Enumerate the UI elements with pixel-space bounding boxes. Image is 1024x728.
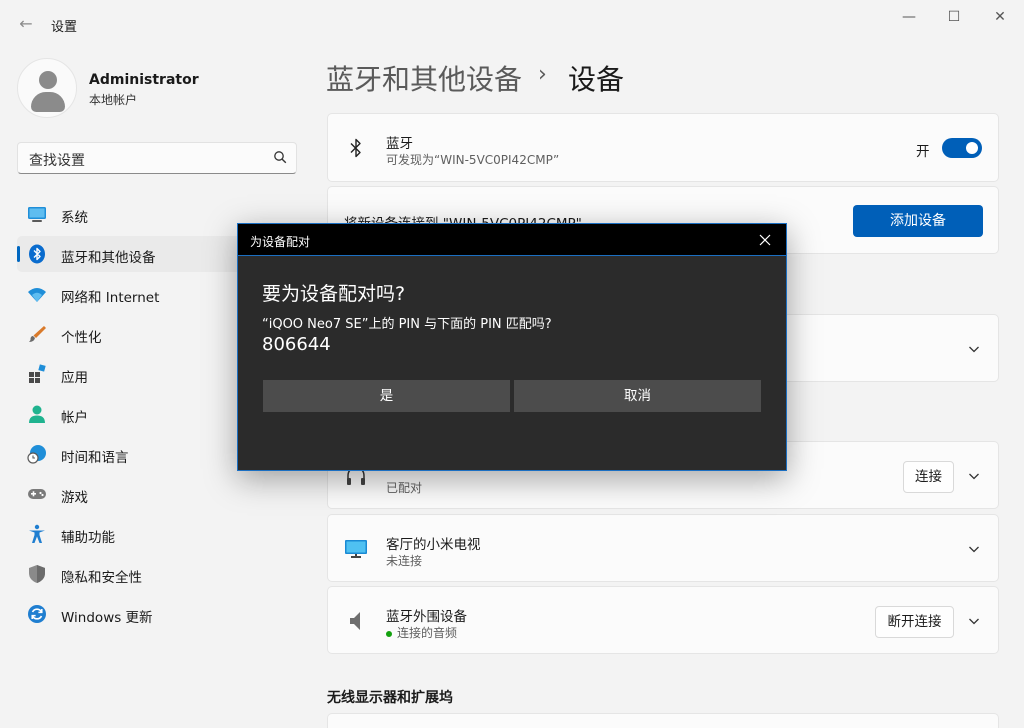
- search-placeholder: 查找设置: [29, 153, 85, 169]
- sidebar-item-label: 网络和 Internet: [61, 290, 160, 306]
- connected-status-dot: [386, 630, 392, 637]
- close-button[interactable]: ✕: [977, 6, 1023, 28]
- accessibility-icon: [29, 524, 45, 543]
- sidebar-item-label: 应用: [61, 370, 88, 386]
- device-card-speaker[interactable]: 蓝牙外围设备 连接的音频 断开连接: [327, 586, 999, 654]
- wireless-displays-card: [327, 713, 999, 728]
- active-indicator: [17, 246, 20, 262]
- chevron-down-icon[interactable]: [968, 343, 980, 355]
- toggle-knob: [966, 142, 978, 154]
- sidebar-item-label: 时间和语言: [61, 450, 129, 466]
- shield-icon: [29, 565, 45, 583]
- chevron-down-icon[interactable]: [968, 470, 980, 482]
- wireless-displays-section-title: 无线显示器和扩展坞: [327, 690, 453, 706]
- device-card-tv[interactable]: 客厅的小米电视 未连接: [327, 514, 999, 582]
- system-icon: [28, 207, 46, 222]
- back-button[interactable]: ←: [14, 12, 38, 36]
- sidebar-item-accessibility[interactable]: 辅助功能: [17, 516, 307, 552]
- user-name: Administrator: [89, 72, 199, 88]
- monitor-icon: [345, 540, 367, 558]
- sidebar-item-label: 隐私和安全性: [61, 570, 142, 586]
- page-title: 设备: [568, 63, 625, 96]
- add-device-button[interactable]: 添加设备: [853, 205, 983, 237]
- globe-clock-icon: [27, 445, 46, 464]
- sidebar-item-label: 游戏: [61, 490, 88, 506]
- avatar-body-shape: [31, 92, 65, 112]
- bluetooth-icon: [350, 138, 361, 158]
- account-icon: [29, 405, 45, 423]
- sidebar-item-label: 系统: [61, 210, 88, 226]
- toggle-state-label: 开: [916, 144, 930, 160]
- device-status-row: 连接的音频: [386, 624, 457, 641]
- avatar[interactable]: [17, 58, 77, 118]
- dialog-title-bar: 为设备配对: [238, 224, 786, 256]
- device-status: 已配对: [386, 481, 423, 495]
- bluetooth-title: 蓝牙: [386, 136, 413, 152]
- bluetooth-toggle[interactable]: [942, 138, 982, 158]
- device-name: 客厅的小米电视: [386, 537, 481, 553]
- app-title: 设置: [51, 20, 78, 35]
- wifi-icon: [28, 288, 46, 302]
- search-icon[interactable]: [273, 150, 287, 164]
- device-status: 未连接: [386, 554, 423, 568]
- apps-icon: [29, 364, 46, 383]
- brush-icon: [29, 326, 46, 342]
- title-bar: ← 设置 — ☐ ✕: [0, 0, 1024, 48]
- sidebar-item-label: 蓝牙和其他设备: [61, 250, 156, 266]
- update-icon: [28, 605, 46, 623]
- sidebar-item-label: Windows 更新: [61, 610, 153, 626]
- bluetooth-card: 蓝牙 可发现为“WIN-5VC0PI42CMP” 开: [327, 113, 999, 182]
- yes-button[interactable]: 是: [263, 380, 510, 412]
- sidebar-item-privacy[interactable]: 隐私和安全性: [17, 556, 307, 592]
- minimize-button[interactable]: —: [886, 6, 932, 28]
- breadcrumb-separator: ›: [538, 62, 547, 87]
- bluetooth-discoverable-text: 可发现为“WIN-5VC0PI42CMP”: [386, 153, 560, 167]
- speaker-icon: [350, 612, 360, 630]
- account-type: 本地帐户: [89, 93, 138, 107]
- pairing-dialog: 为设备配对 要为设备配对吗? “iQOO Neo7 SE”上的 PIN 与下面的…: [237, 223, 787, 471]
- avatar-head-shape: [39, 71, 57, 89]
- maximize-button[interactable]: ☐: [931, 6, 977, 28]
- sidebar-item-label: 个性化: [61, 330, 102, 346]
- connect-button[interactable]: 连接: [903, 461, 954, 493]
- sidebar-item-label: 帐户: [61, 410, 88, 426]
- sidebar-item-label: 辅助功能: [61, 530, 115, 546]
- dialog-heading: 要为设备配对吗?: [262, 283, 406, 305]
- sidebar-item-windows-update[interactable]: Windows 更新: [17, 596, 307, 632]
- cancel-button[interactable]: 取消: [514, 380, 761, 412]
- gamepad-icon: [28, 489, 46, 499]
- sidebar-item-gaming[interactable]: 游戏: [17, 476, 307, 512]
- disconnect-button[interactable]: 断开连接: [875, 606, 954, 638]
- bluetooth-icon: [29, 244, 45, 264]
- breadcrumb-parent[interactable]: 蓝牙和其他设备: [326, 58, 522, 98]
- dialog-question: “iQOO Neo7 SE”上的 PIN 与下面的 PIN 匹配吗?: [262, 317, 552, 332]
- close-icon[interactable]: [758, 233, 772, 247]
- chevron-down-icon[interactable]: [968, 543, 980, 555]
- search-input[interactable]: 查找设置: [17, 142, 297, 174]
- device-name: 蓝牙外围设备: [386, 609, 467, 625]
- pin-code: 806644: [262, 334, 331, 355]
- dialog-title: 为设备配对: [250, 235, 311, 249]
- chevron-down-icon[interactable]: [968, 615, 980, 627]
- device-status: 连接的音频: [397, 626, 458, 640]
